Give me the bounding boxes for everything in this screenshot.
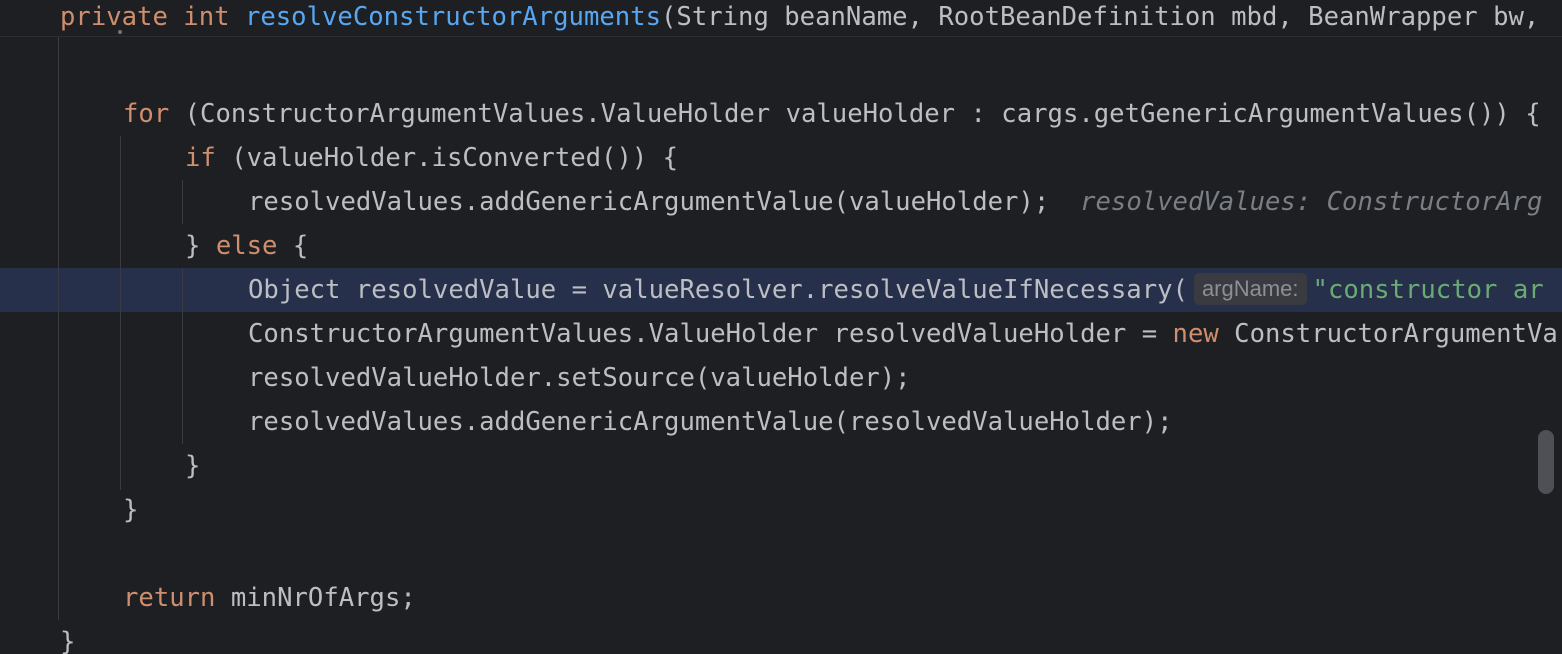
indent-guide-if [182, 180, 183, 224]
code-line-set-source[interactable]: resolvedValueHolder.setSource(valueHolde… [248, 356, 1562, 400]
keyword-int: int [183, 2, 230, 32]
keyword-return: return [123, 583, 216, 613]
close-else-brace: } [185, 451, 201, 481]
code-line-value-holder[interactable]: ConstructorArgumentValues.ValueHolder re… [248, 312, 1562, 356]
keyword-private: private [60, 2, 168, 32]
code-line-close-method[interactable]: } [60, 620, 1562, 654]
if-line-code: (valueHolder.isConverted()) { [215, 143, 679, 173]
code-line-resolved-value[interactable]: Object resolvedValue = valueResolver.res… [248, 268, 1562, 312]
holder-code-a: ConstructorArgumentValues.ValueHolder re… [248, 319, 1173, 349]
method-signature-line[interactable]: private int resolveConstructorArguments(… [60, 0, 1562, 39]
return-code: minNrOfArgs; [215, 583, 416, 613]
method-name: resolveConstructorArguments [244, 2, 661, 32]
string-literal: "constructor ar [1312, 275, 1544, 305]
indent-guide-method [58, 36, 59, 620]
sticky-method-header[interactable]: private int resolveConstructorArguments(… [0, 0, 1562, 37]
indent-guide-for [120, 136, 121, 490]
vertical-scrollbar-thumb[interactable] [1538, 430, 1554, 494]
code-line-for[interactable]: for (ConstructorArgumentValues.ValueHold… [123, 92, 1562, 136]
code-line-add-resolved[interactable]: resolvedValues.addGenericArgumentValue(r… [248, 400, 1562, 444]
else-open-brace: { [277, 231, 309, 261]
method-params: (String beanName, RootBeanDefinition mbd… [661, 2, 1540, 32]
code-line-close-else[interactable]: } [185, 444, 1562, 488]
add-resolved-code: resolvedValues.addGenericArgumentValue(r… [248, 407, 1173, 437]
close-for-brace: } [123, 495, 139, 525]
keyword-for: for [123, 99, 170, 129]
keyword-else: else [215, 231, 278, 261]
parameter-name-hint: argName: [1193, 273, 1307, 305]
code-line-add-converted[interactable]: resolvedValues.addGenericArgumentValue(v… [248, 180, 1562, 224]
code-line-close-for[interactable]: } [123, 488, 1562, 532]
add-converted-code: resolvedValues.addGenericArgumentValue(v… [248, 187, 1050, 217]
code-editor[interactable]: private int resolveConstructorArguments(… [0, 0, 1562, 654]
set-source-code: resolvedValueHolder.setSource(valueHolde… [248, 363, 911, 393]
code-line-return[interactable]: return minNrOfArgs; [123, 576, 1562, 620]
else-brace: } [185, 231, 216, 261]
code-line-else[interactable]: } else { [185, 224, 1562, 268]
keyword-new: new [1172, 319, 1219, 349]
close-method-brace: } [60, 627, 76, 654]
resolved-value-code: Object resolvedValue = valueResolver.res… [248, 275, 1188, 305]
holder-code-b: ConstructorArgumentVa [1218, 319, 1558, 349]
for-line-code: (ConstructorArgumentValues.ValueHolder v… [169, 99, 1541, 129]
indent-guide-else [182, 268, 183, 444]
keyword-if: if [185, 143, 216, 173]
debugger-inline-value: resolvedValues: ConstructorArg [1080, 187, 1543, 217]
code-line-if[interactable]: if (valueHolder.isConverted()) { [185, 136, 1562, 180]
folded-code-marker-icon[interactable] [118, 30, 122, 34]
